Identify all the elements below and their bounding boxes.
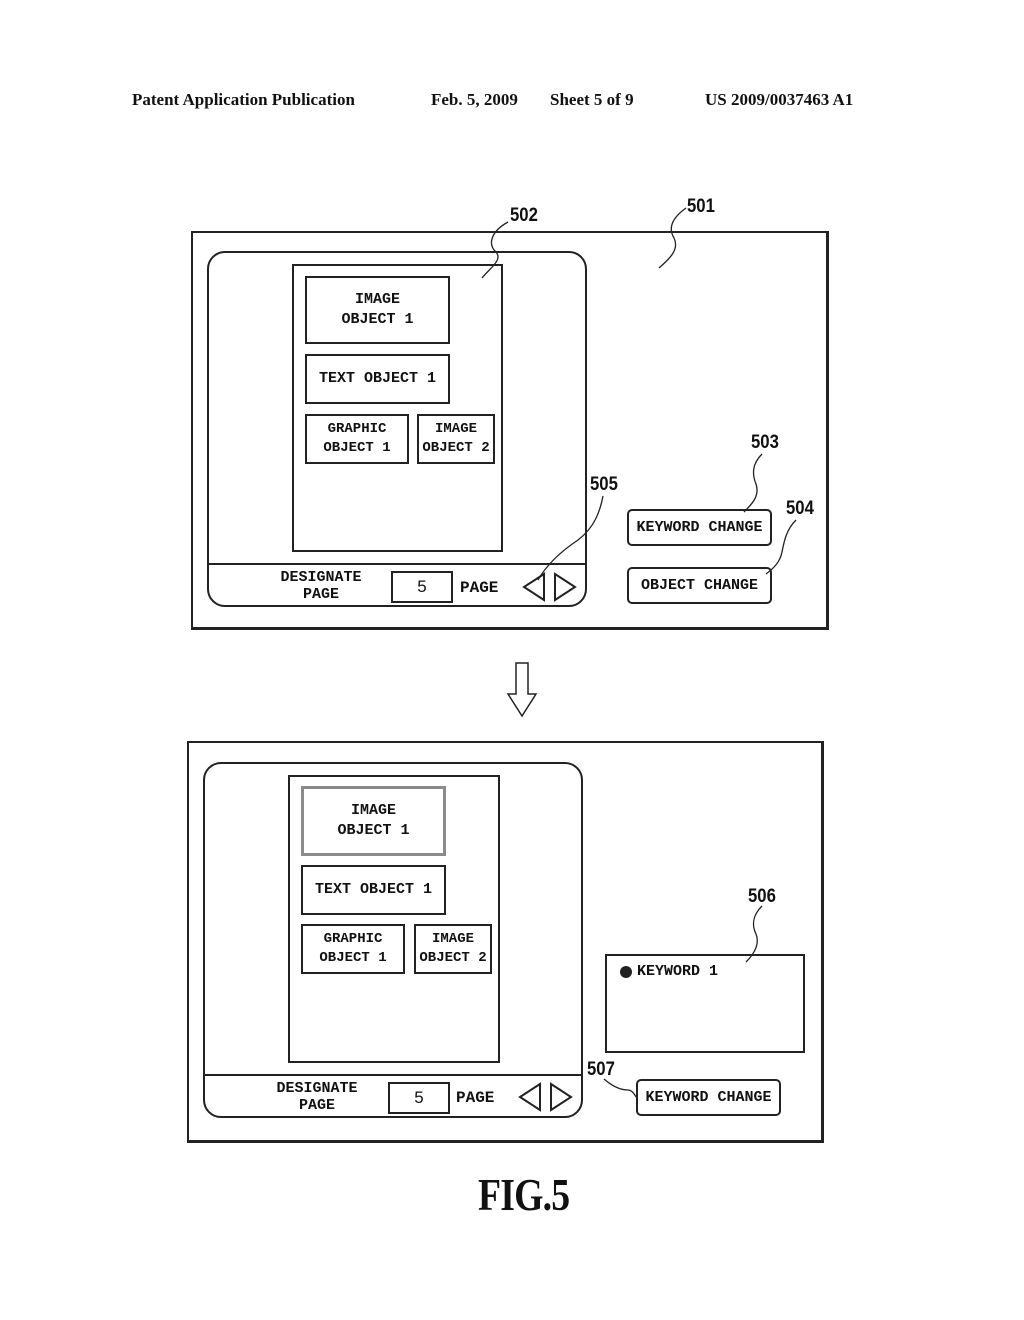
patent-number: US 2009/0037463 A1 bbox=[705, 90, 854, 109]
ref-501: 501 bbox=[687, 196, 715, 217]
ref-507: 507 bbox=[587, 1059, 615, 1080]
next-page-button-top[interactable] bbox=[552, 572, 578, 602]
text-object-1[interactable]: TEXT OBJECT 1 bbox=[305, 354, 450, 404]
image-object-1-line1: IMAGE bbox=[350, 802, 396, 819]
designate-label-line2: PAGE bbox=[302, 586, 339, 603]
designate-label-line1: DESIGNATE bbox=[280, 569, 362, 586]
designate-page-label-bottom: DESIGNATE PAGE bbox=[264, 1080, 370, 1114]
keyword-list-item[interactable]: KEYWORD 1 bbox=[620, 963, 718, 980]
graphic-object-1-line2: OBJECT 1 bbox=[323, 440, 391, 456]
text-object-1-label: TEXT OBJECT 1 bbox=[318, 370, 437, 387]
image-object-2[interactable]: IMAGE OBJECT 2 bbox=[417, 414, 495, 464]
image-object-2-line2: OBJECT 2 bbox=[419, 950, 487, 966]
page-word-top: PAGE bbox=[460, 579, 499, 597]
ref-503: 503 bbox=[751, 432, 779, 453]
image-object-1-line2: OBJECT 1 bbox=[337, 822, 410, 839]
image-object-2-line2: OBJECT 2 bbox=[422, 440, 490, 456]
figure-label: FIG.5 bbox=[478, 1169, 570, 1220]
prev-page-button-bottom[interactable] bbox=[517, 1082, 543, 1112]
page-number-input-top[interactable]: 5 bbox=[391, 571, 453, 603]
publication-title: Patent Application Publication bbox=[132, 90, 355, 109]
page-word-bottom: PAGE bbox=[456, 1089, 495, 1107]
graphic-object-1-line2: OBJECT 1 bbox=[319, 950, 387, 966]
page-number-input-bottom[interactable]: 5 bbox=[388, 1082, 450, 1114]
graphic-object-1-line1: GRAPHIC bbox=[323, 931, 383, 947]
sheet-number: Sheet 5 of 9 bbox=[550, 90, 634, 109]
graphic-object-1-line1: GRAPHIC bbox=[327, 421, 387, 437]
text-object-1[interactable]: TEXT OBJECT 1 bbox=[301, 865, 446, 915]
image-object-1-selected[interactable]: IMAGE OBJECT 1 bbox=[301, 786, 446, 856]
image-object-1-line2: OBJECT 1 bbox=[341, 311, 414, 328]
ref-504: 504 bbox=[786, 498, 814, 519]
ref-502: 502 bbox=[510, 205, 538, 226]
text-object-1-label: TEXT OBJECT 1 bbox=[314, 881, 433, 898]
prev-page-button-top[interactable] bbox=[521, 572, 547, 602]
triangle-left-icon bbox=[518, 1082, 541, 1112]
triangle-left-icon bbox=[522, 572, 545, 602]
next-page-button-bottom[interactable] bbox=[548, 1082, 574, 1112]
image-object-2-line1: IMAGE bbox=[431, 931, 474, 947]
page-bar-divider-top bbox=[208, 563, 586, 565]
triangle-right-icon bbox=[550, 1082, 573, 1112]
page-bar-divider-bottom bbox=[204, 1074, 582, 1076]
image-object-2[interactable]: IMAGE OBJECT 2 bbox=[414, 924, 492, 974]
image-object-2-line1: IMAGE bbox=[434, 421, 477, 437]
publication-date: Feb. 5, 2009 bbox=[431, 90, 518, 109]
keyword-change-button[interactable]: KEYWORD CHANGE bbox=[627, 509, 772, 546]
bullet-icon bbox=[620, 965, 632, 978]
image-object-1-line1: IMAGE bbox=[354, 291, 400, 308]
object-change-button[interactable]: OBJECT CHANGE bbox=[627, 567, 772, 604]
triangle-right-icon bbox=[554, 572, 577, 602]
designate-label-line1: DESIGNATE bbox=[276, 1080, 358, 1097]
graphic-object-1[interactable]: GRAPHIC OBJECT 1 bbox=[305, 414, 409, 464]
image-object-1[interactable]: IMAGE OBJECT 1 bbox=[305, 276, 450, 344]
keyword-change-button-bottom[interactable]: KEYWORD CHANGE bbox=[636, 1079, 781, 1116]
designate-label-line2: PAGE bbox=[298, 1097, 335, 1114]
ref-505: 505 bbox=[590, 474, 618, 495]
keyword-list: KEYWORD 1 bbox=[605, 954, 805, 1053]
designate-page-label-top: DESIGNATE PAGE bbox=[268, 569, 374, 603]
graphic-object-1[interactable]: GRAPHIC OBJECT 1 bbox=[301, 924, 405, 974]
ref-506: 506 bbox=[748, 886, 776, 907]
keyword-label: KEYWORD 1 bbox=[637, 963, 719, 980]
down-arrow-icon bbox=[505, 660, 539, 720]
